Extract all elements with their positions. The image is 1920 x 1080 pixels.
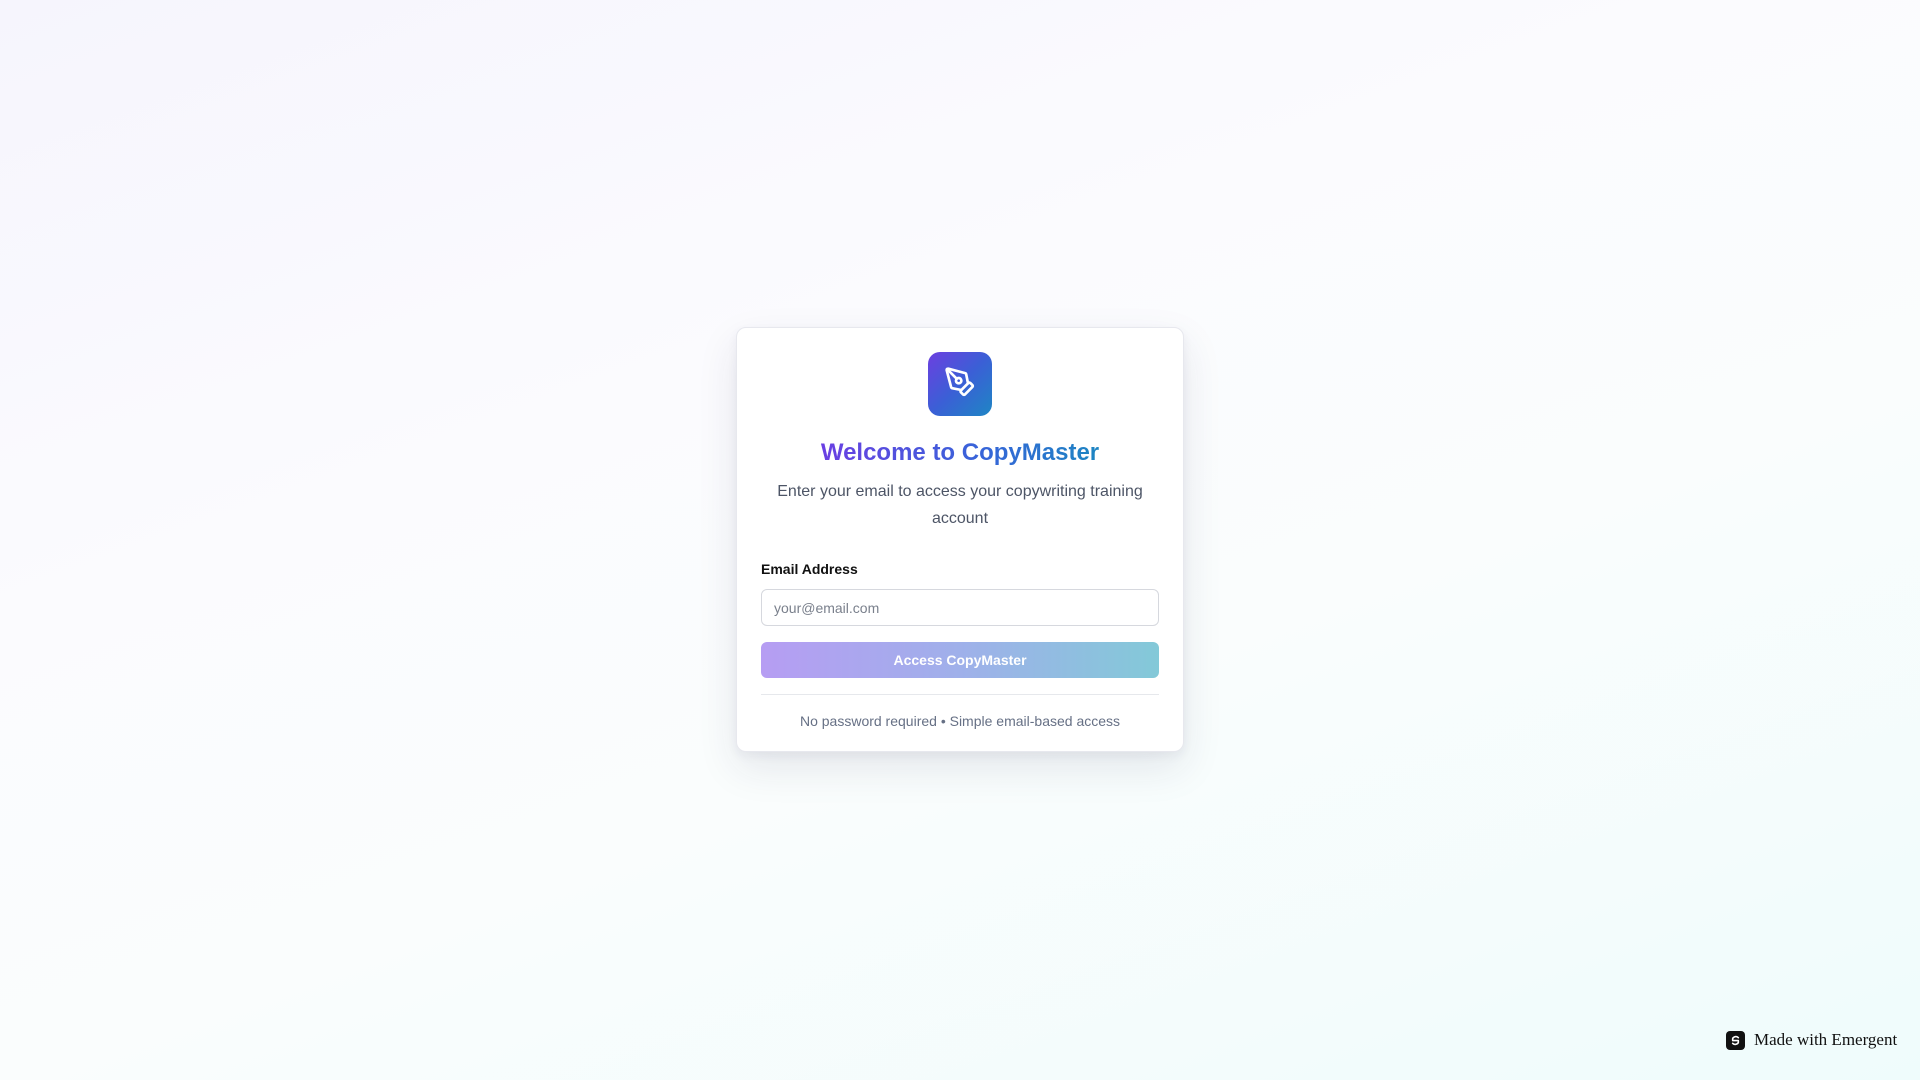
app-logo: [928, 352, 992, 416]
emergent-logo-icon: [1726, 1030, 1745, 1050]
divider: [761, 694, 1159, 695]
login-card: Welcome to CopyMaster Enter your email t…: [736, 327, 1184, 752]
email-field[interactable]: [761, 589, 1159, 626]
made-with-emergent-badge[interactable]: Made with Emergent: [1726, 1030, 1897, 1050]
pen-tool-icon: [944, 366, 976, 403]
badge-label: Made with Emergent: [1754, 1030, 1898, 1049]
page-subtitle: Enter your email to access your copywrit…: [777, 483, 1143, 527]
email-field-label: Email Address: [761, 561, 858, 577]
access-button[interactable]: Access CopyMaster: [761, 642, 1159, 678]
access-footnote: No password required • Simple email-base…: [799, 713, 1121, 729]
page-title: Welcome to CopyMaster: [820, 439, 1100, 466]
